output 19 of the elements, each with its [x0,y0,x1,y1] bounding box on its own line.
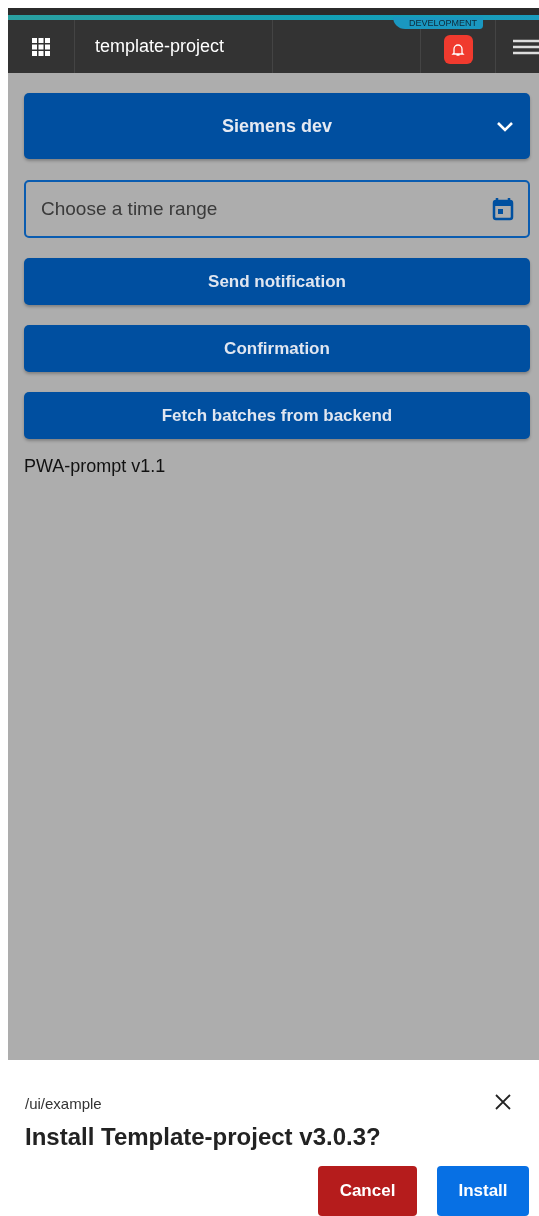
action-button[interactable]: Confirmation [24,325,530,372]
install-button[interactable]: Install [437,1166,529,1216]
bell-icon [451,42,465,57]
workspace-dropdown[interactable]: Siemens dev [24,93,530,159]
action-button[interactable]: Send notification [24,258,530,305]
notification-button[interactable] [443,35,473,64]
menu-icon [513,38,539,55]
calendar-icon[interactable] [492,197,514,221]
cancel-button[interactable]: Cancel [318,1166,417,1216]
version-label: PWA-prompt v1.1 [24,456,167,477]
dialog-title: Install Template-project v3.0.3? [25,1123,382,1151]
app-path: /ui/example [25,1095,102,1112]
grid-icon [32,37,50,56]
chevron-down-icon [496,121,514,132]
close-icon [495,1094,511,1110]
time-range-field[interactable]: Choose a time range [24,180,530,238]
app-title: template-project [75,20,273,73]
environment-badge: DEVELOPMENT [393,17,483,29]
action-button[interactable]: Fetch batches from backend [24,392,530,439]
